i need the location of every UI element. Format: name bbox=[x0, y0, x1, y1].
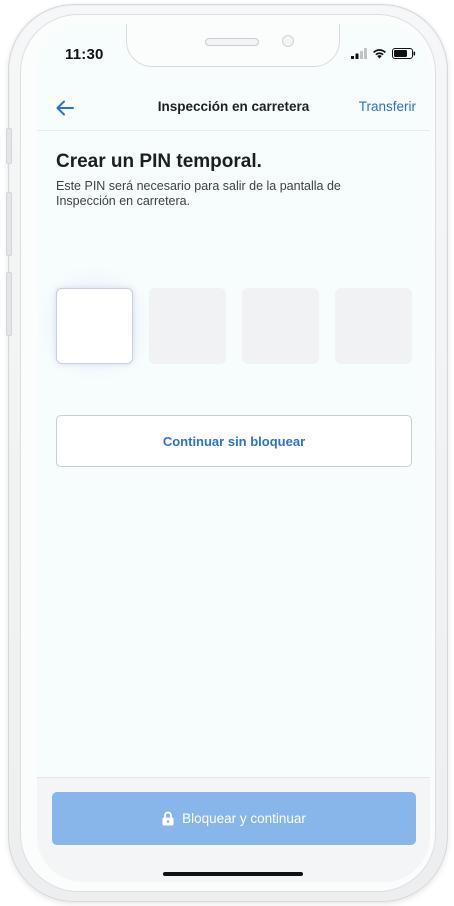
status-time: 11:30 bbox=[65, 46, 104, 63]
pin-digit-4[interactable] bbox=[335, 288, 412, 364]
speaker-grille bbox=[205, 38, 259, 46]
home-indicator bbox=[163, 872, 303, 876]
navigation-bar: Inspección en carretera Transferir bbox=[37, 86, 430, 131]
pin-digit-3[interactable] bbox=[242, 288, 319, 364]
signal-icon bbox=[351, 48, 367, 59]
section-heading: Crear un PIN temporal. bbox=[56, 151, 262, 172]
lock-icon bbox=[162, 811, 174, 826]
pin-digit-2[interactable] bbox=[149, 288, 226, 364]
front-camera bbox=[282, 35, 294, 47]
lock-and-continue-button[interactable]: Bloquear y continuar bbox=[52, 792, 416, 845]
status-icons bbox=[351, 48, 416, 59]
phone-side-button bbox=[6, 272, 12, 336]
wifi-icon bbox=[373, 49, 386, 59]
bottom-action-bar: Bloquear y continuar bbox=[37, 777, 430, 882]
app-screen: 11:30 Inspección en carretera Transferir… bbox=[37, 24, 430, 882]
section-description: Este PIN será necesario para salir de la… bbox=[56, 179, 341, 208]
battery-icon bbox=[392, 48, 416, 59]
continue-without-lock-button[interactable]: Continuar sin bloquear bbox=[56, 415, 412, 467]
lock-and-continue-label: Bloquear y continuar bbox=[182, 811, 306, 826]
phone-notch bbox=[126, 24, 340, 67]
pin-digit-1[interactable] bbox=[56, 288, 133, 364]
phone-side-button bbox=[6, 128, 12, 164]
phone-side-button bbox=[6, 192, 12, 256]
transfer-button[interactable]: Transferir bbox=[359, 99, 416, 114]
